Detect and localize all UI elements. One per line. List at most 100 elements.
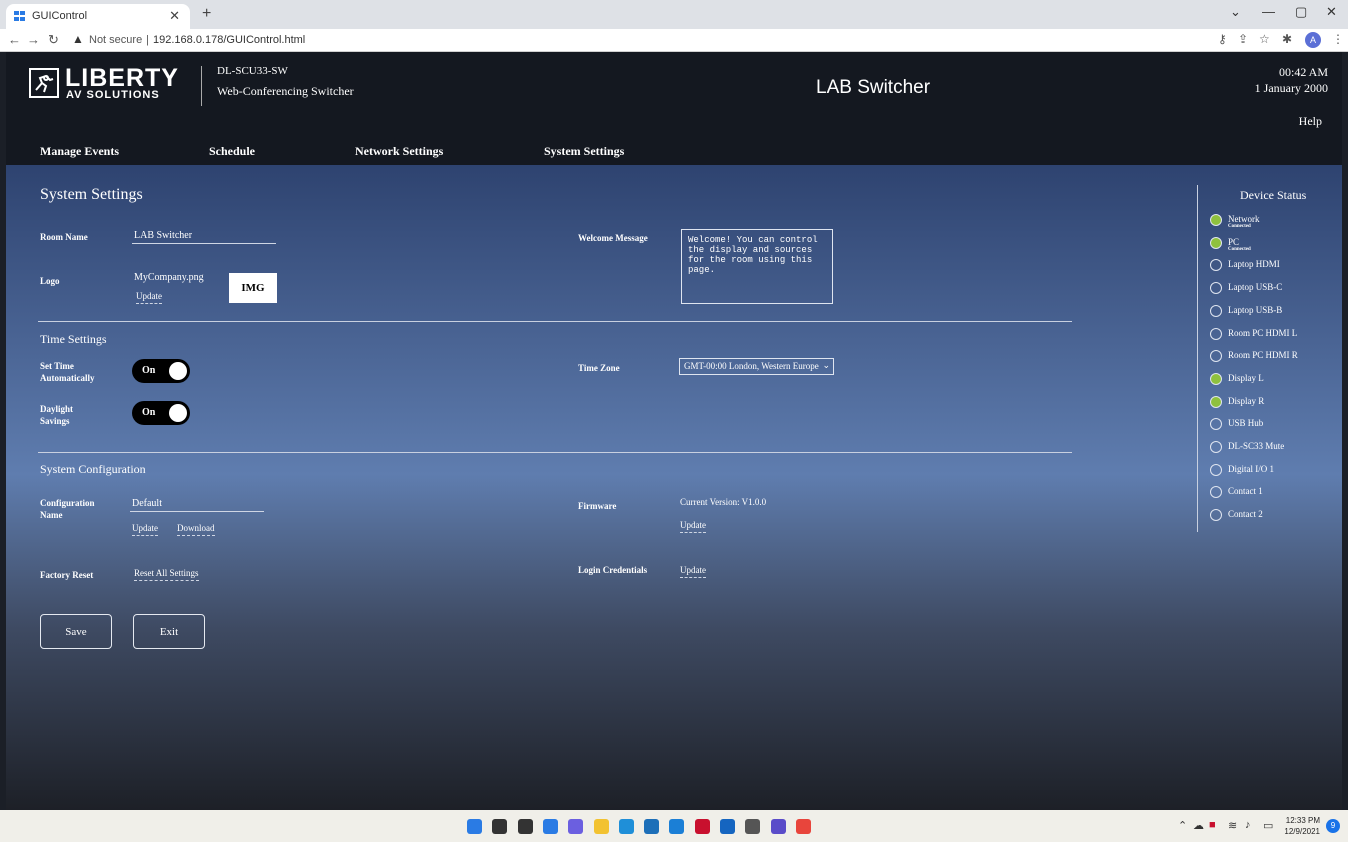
room-name-label: Room Name	[40, 232, 88, 242]
volume-icon[interactable]: ♪	[1245, 819, 1251, 831]
section-title-time-settings: Time Settings	[40, 332, 107, 346]
set-time-toggle-label: On	[142, 365, 156, 376]
bookmark-star-icon[interactable]: ☆	[1259, 32, 1270, 46]
logo-filename: MyCompany.png	[134, 272, 204, 283]
daylight-savings-label: Daylight Savings	[40, 404, 74, 426]
share-icon[interactable]: ⇪	[1238, 32, 1248, 46]
room-name-input[interactable]: LAB Switcher	[134, 230, 192, 241]
clock-date: 1 January 2000	[1254, 81, 1328, 95]
tab-favicon-icon	[14, 11, 26, 22]
configuration-download-link[interactable]: Download	[177, 523, 215, 536]
back-icon[interactable]: ←	[8, 32, 21, 47]
welcome-message-label: Welcome Message	[578, 233, 648, 243]
status-indicator-icon	[1210, 463, 1222, 476]
search-icon[interactable]	[492, 819, 508, 834]
profile-avatar[interactable]: A	[1305, 32, 1321, 48]
status-indicator-icon	[1210, 486, 1222, 499]
tab-search-icon[interactable]: ⌄	[1230, 4, 1241, 20]
browser-tab[interactable]: GUIControl ✕	[6, 4, 190, 29]
mcafee-icon[interactable]	[694, 819, 710, 834]
set-time-toggle[interactable]: On	[132, 359, 190, 383]
section-title-system-configuration: System Configuration	[40, 462, 146, 476]
file-explorer-icon[interactable]	[593, 819, 609, 834]
mcafee-tray-icon[interactable]: ■	[1209, 819, 1216, 831]
mail-icon[interactable]	[720, 819, 735, 834]
outlook-icon[interactable]	[669, 819, 685, 834]
widgets-icon[interactable]	[542, 819, 558, 834]
close-tab-icon[interactable]: ✕	[169, 8, 180, 24]
configuration-name-label: Configuration Name	[40, 498, 95, 520]
key-icon[interactable]: ⚷	[1218, 32, 1227, 46]
wifi-icon[interactable]: ≋	[1228, 819, 1237, 832]
task-view-icon[interactable]	[517, 819, 533, 834]
device-name: Display R	[1228, 395, 1265, 406]
set-time-label: Set Time Automatically	[40, 361, 95, 383]
onedrive-icon[interactable]: ☁	[1193, 819, 1204, 832]
not-secure-label[interactable]: Not secure	[89, 34, 142, 46]
logo-update-link[interactable]: Update	[136, 291, 162, 304]
device-status-divider	[1197, 185, 1198, 532]
firmware-label: Firmware	[578, 501, 617, 511]
device-name: Contact 1	[1228, 486, 1263, 497]
close-window-icon[interactable]: ✕	[1326, 4, 1337, 20]
logo-runner-icon	[29, 68, 59, 98]
device-name: Display L	[1228, 372, 1264, 383]
taskbar-date: 12/9/2021	[1284, 827, 1320, 836]
device-name: Laptop USB-B	[1228, 304, 1283, 315]
status-indicator-icon	[1210, 327, 1222, 340]
snipping-tool-icon[interactable]	[770, 819, 786, 834]
taskbar-clock[interactable]: 12:33 PM 12/9/2021	[1284, 815, 1320, 837]
reload-icon[interactable]: ↻	[48, 32, 59, 48]
warning-icon[interactable]: ▲	[72, 32, 84, 46]
forward-icon[interactable]: →	[27, 32, 40, 47]
taskbar-time: 12:33 PM	[1285, 816, 1320, 825]
device-name: Room PC HDMI R	[1228, 350, 1298, 361]
device-name: DL-SC33 Mute	[1228, 441, 1285, 451]
maximize-icon[interactable]: ▢	[1295, 4, 1307, 20]
menu-schedule[interactable]: Schedule	[209, 144, 255, 159]
chrome-icon[interactable]	[795, 819, 811, 834]
help-link[interactable]: Help	[1299, 114, 1322, 129]
exit-button[interactable]: Exit	[133, 614, 205, 649]
main-content: System Settings Room Name LAB Switcher L…	[6, 165, 1342, 810]
tray-chevron-up-icon[interactable]: ⌃	[1178, 819, 1187, 832]
reset-all-settings-link[interactable]: Reset All Settings	[134, 568, 199, 581]
device-name: Contact 2	[1228, 509, 1263, 520]
configuration-name-input[interactable]: Default	[132, 498, 162, 509]
address-bar: ← → ↻ ▲ Not secure | 192.168.0.178/GUICo…	[0, 29, 1348, 52]
device-name: Laptop HDMI	[1228, 259, 1280, 270]
calculator-icon[interactable]	[745, 819, 761, 834]
browser-tab-bar: GUIControl ✕ + ⌄ — ▢ ✕	[0, 0, 1348, 29]
login-update-link[interactable]: Update	[680, 565, 706, 578]
windows-start-icon[interactable]	[467, 819, 482, 834]
windows-taskbar: ⌃ ☁ ■ ≋ ♪ ▭ 12:33 PM 12/9/2021	[0, 810, 1348, 842]
time-zone-value: GMT-00:00 London, Western Europe	[684, 361, 819, 371]
edge-icon[interactable]	[618, 819, 634, 834]
configuration-update-link[interactable]: Update	[132, 523, 158, 536]
new-tab-button[interactable]: +	[202, 5, 211, 23]
brand-tagline: AV SOLUTIONS	[66, 89, 160, 101]
url-input[interactable]: 192.168.0.178/GUIControl.html	[153, 34, 305, 46]
firmware-update-link[interactable]: Update	[680, 520, 706, 533]
extensions-icon[interactable]: ✱	[1282, 32, 1292, 46]
daylight-savings-toggle[interactable]: On	[132, 401, 190, 425]
menu-network-settings[interactable]: Network Settings	[355, 144, 443, 159]
configuration-name-underline	[130, 511, 264, 512]
minimize-icon[interactable]: —	[1262, 4, 1275, 19]
status-indicator-icon	[1210, 372, 1222, 385]
room-name-underline	[132, 243, 276, 244]
logo-label: Logo	[40, 276, 60, 286]
save-button[interactable]: Save	[40, 614, 112, 649]
address-separator: |	[146, 34, 149, 46]
login-credentials-label: Login Credentials	[578, 565, 648, 575]
menu-system-settings[interactable]: System Settings	[544, 144, 624, 159]
browser-menu-icon[interactable]: ⋮	[1332, 32, 1344, 46]
chat-icon[interactable]	[568, 819, 584, 834]
welcome-message-textarea[interactable]: Welcome! You can control the display and…	[681, 229, 833, 304]
battery-icon[interactable]: ▭	[1263, 819, 1273, 832]
time-zone-select[interactable]: GMT-00:00 London, Western Europe ⌄	[679, 358, 834, 375]
menu-manage-events[interactable]: Manage Events	[40, 144, 119, 159]
device-subtitle: Web-Conferencing Switcher	[217, 84, 354, 98]
store-icon[interactable]	[644, 819, 660, 834]
notification-badge[interactable]: 9	[1326, 819, 1340, 833]
